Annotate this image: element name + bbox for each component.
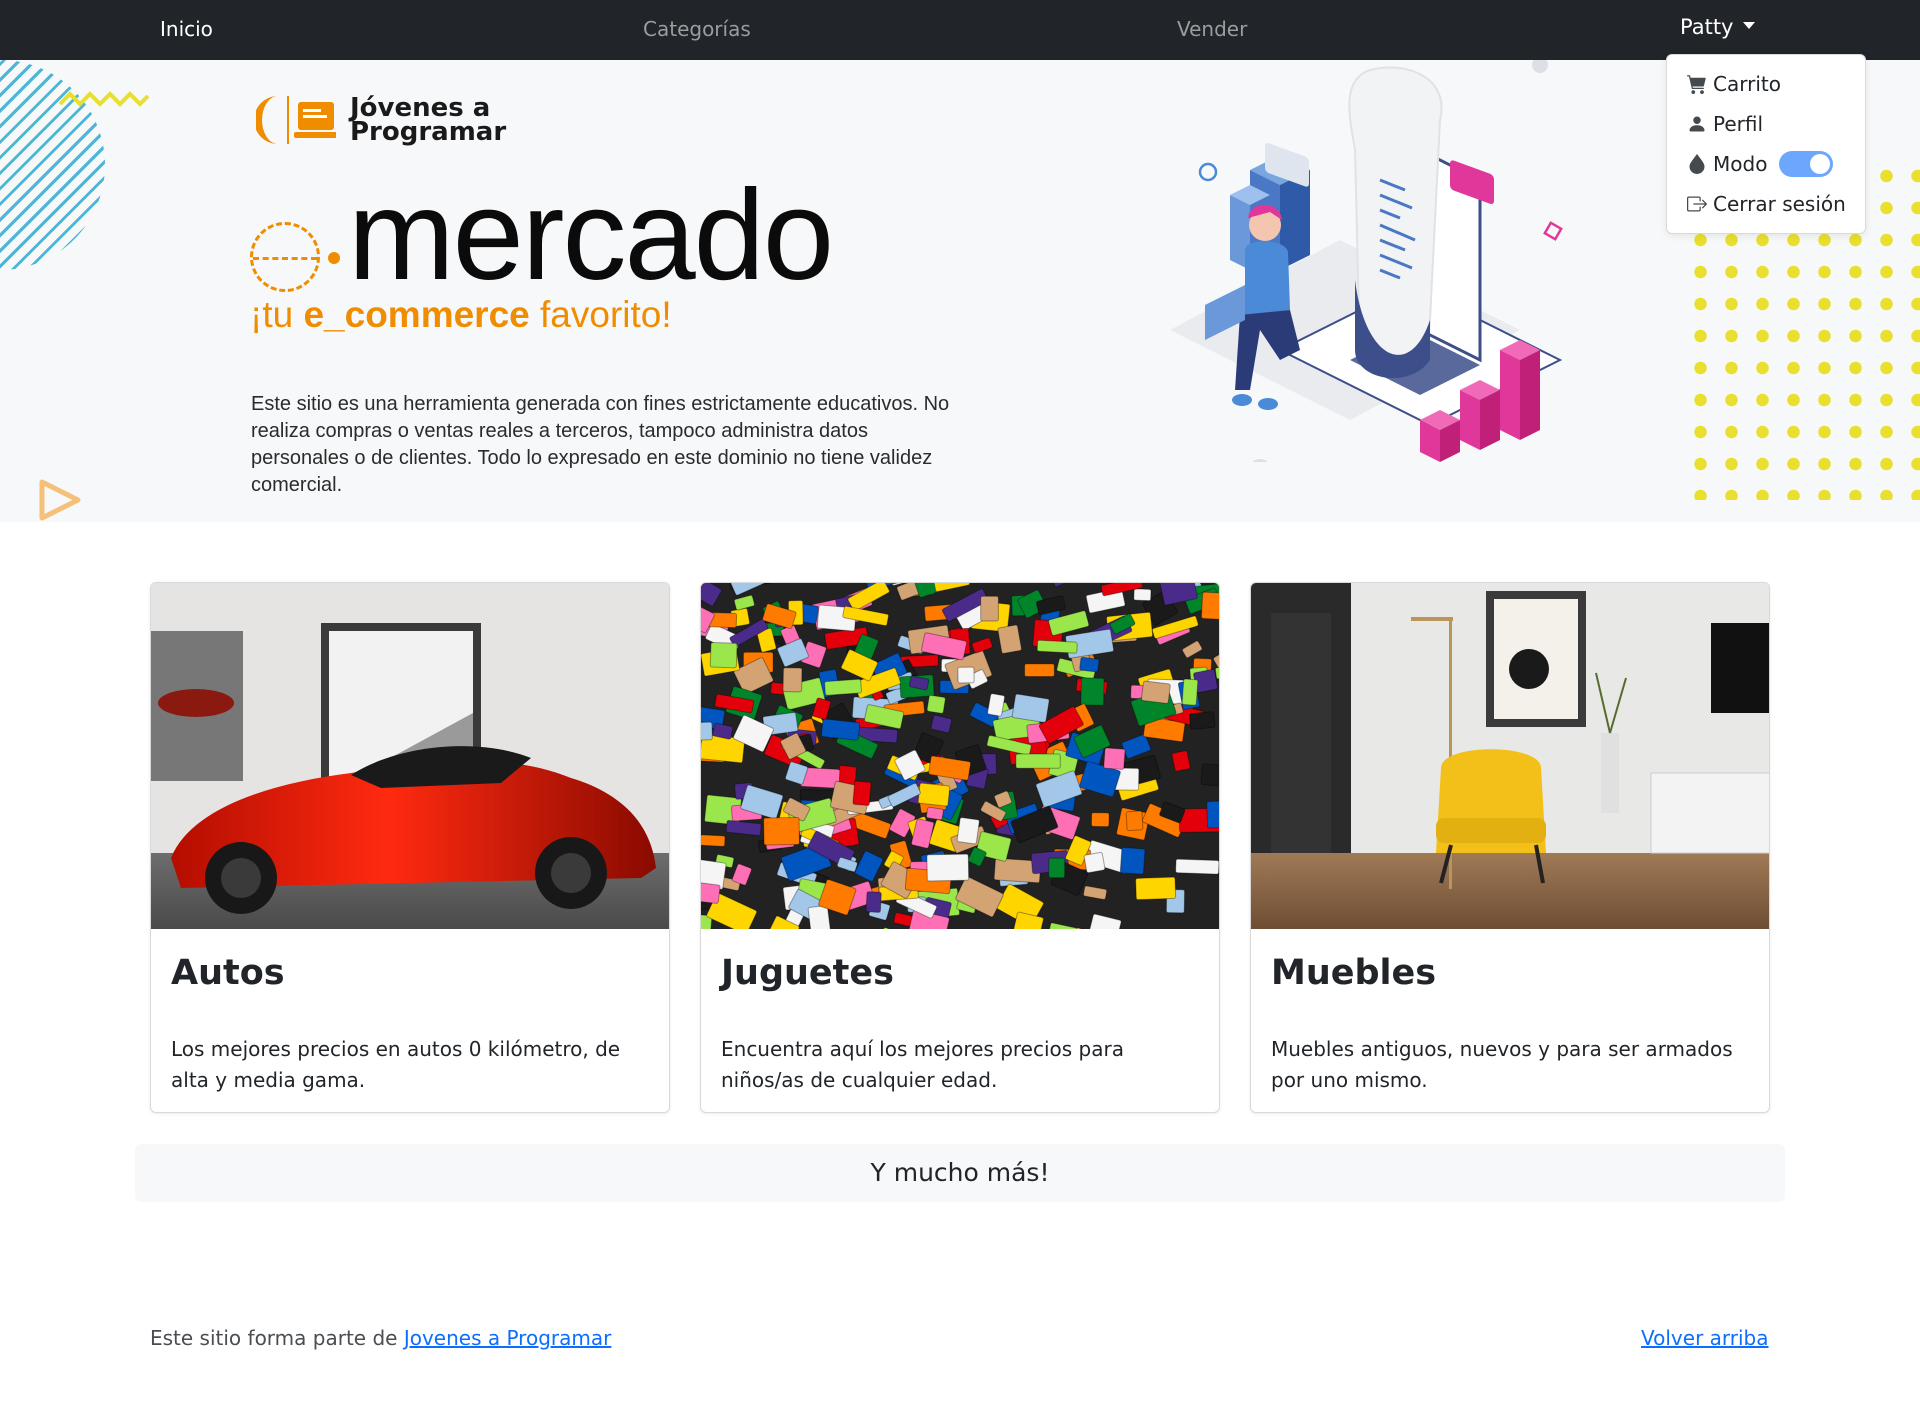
dropdown-item-modo[interactable]: Modo — [1687, 149, 1834, 179]
jap-logo-icon — [256, 96, 336, 144]
juguetes-image — [701, 583, 1219, 929]
nav-categorias-link[interactable]: Categorías — [643, 17, 751, 41]
lego-brick — [1206, 799, 1219, 829]
lego-brick — [956, 817, 980, 845]
tagline-bold: e_commerce — [303, 294, 530, 335]
lego-brick — [701, 721, 713, 741]
category-card-muebles[interactable]: Muebles Muebles antiguos, nuevos y para … — [1250, 582, 1770, 1113]
card-title-autos: Autos — [171, 953, 285, 993]
emercado-title: mercado — [250, 164, 834, 307]
volver-arriba-link[interactable]: Volver arriba — [1641, 1326, 1769, 1350]
lego-brick — [957, 666, 975, 684]
card-title-juguetes: Juguetes — [721, 953, 894, 993]
emercado-word: mercado — [348, 164, 834, 307]
category-card-juguetes[interactable]: Juguetes Encuentra aquí los mejores prec… — [700, 582, 1220, 1113]
dropdown-carrito-label: Carrito — [1713, 72, 1781, 96]
tagline: ¡tu e_commerce favorito! — [250, 294, 672, 336]
lego-brick — [852, 780, 872, 806]
top-navbar: Inicio Categorías Vender Patty — [0, 0, 1920, 60]
card-title-muebles: Muebles — [1271, 953, 1437, 993]
lego-brick — [926, 694, 946, 714]
lego-brick — [1083, 851, 1106, 874]
lego-brick — [820, 718, 861, 741]
jovenes-a-programar-link[interactable]: Jovenes a Programar — [404, 1326, 612, 1350]
caret-down-icon — [1743, 21, 1756, 29]
lego-brick — [1090, 812, 1110, 828]
card-text-muebles: Muebles antiguos, nuevos y para ser arma… — [1271, 1037, 1733, 1092]
lego-brick — [1036, 639, 1078, 654]
logout-icon — [1687, 196, 1707, 212]
dropdown-item-perfil[interactable]: Perfil — [1687, 109, 1763, 139]
footer-prefix: Este sitio forma parte de — [150, 1326, 404, 1350]
lego-brick — [987, 693, 1006, 717]
lego-brick — [1103, 747, 1126, 770]
autos-image — [151, 583, 669, 929]
lego-brick — [782, 667, 803, 693]
dropdown-modo-label: Modo — [1713, 152, 1768, 176]
lego-brick — [1200, 763, 1219, 787]
lego-brick — [763, 816, 800, 846]
lego-brick — [1175, 858, 1219, 875]
user-name: Patty — [1680, 15, 1734, 39]
e-logo-dot — [328, 252, 340, 264]
lego-brick — [926, 853, 970, 882]
user-dropdown-menu: Carrito Perfil Modo Cerrar sesión — [1666, 54, 1866, 234]
lego-brick — [824, 678, 862, 696]
decorative-wiggle — [58, 91, 150, 107]
hero-banner: Jóvenes a Programar mercado ¡tu e_commer… — [0, 60, 1920, 522]
disclaimer-text: Este sitio es una herramienta generada c… — [251, 393, 950, 496]
lego-brick — [980, 595, 999, 622]
tagline-pre: ¡tu — [250, 294, 304, 335]
brand-line-2: Programar — [350, 117, 507, 147]
cart-icon — [1687, 75, 1706, 94]
user-menu-toggle[interactable]: Patty — [1680, 15, 1756, 39]
droplet-icon — [1689, 154, 1705, 174]
lego-brick — [1015, 753, 1061, 769]
card-text-juguetes: Encuentra aquí los mejores precios para … — [721, 1037, 1124, 1092]
nav-vender-link[interactable]: Vender — [1177, 17, 1247, 41]
lego-brick — [917, 782, 951, 807]
lego-brick — [1079, 656, 1100, 673]
lego-brick — [1048, 857, 1066, 879]
modo-toggle-switch[interactable] — [1779, 151, 1834, 177]
lego-brick — [997, 624, 1022, 654]
lego-brick — [1080, 677, 1105, 706]
decorative-triangle — [39, 479, 81, 521]
footer-text: Este sitio forma parte de Jovenes a Prog… — [150, 1326, 611, 1350]
lego-brick — [1171, 750, 1191, 772]
lego-brick — [925, 806, 944, 821]
lego-brick — [1011, 693, 1050, 723]
lego-brick — [709, 641, 738, 669]
lego-brick — [1200, 591, 1219, 621]
lego-brick — [1024, 663, 1055, 678]
card-text-autos: Los mejores precios en autos 0 kilómetro… — [171, 1037, 621, 1092]
dropdown-item-carrito[interactable]: Carrito — [1687, 69, 1781, 99]
category-card-autos[interactable]: Autos Los mejores precios en autos 0 kil… — [150, 582, 670, 1113]
hero-illustration — [1170, 60, 1563, 462]
lego-brick — [701, 880, 721, 904]
lego-brick — [1188, 711, 1216, 730]
lego-brick — [1125, 810, 1144, 832]
lego-brick — [1141, 680, 1171, 704]
brand-name: Jóvenes a Programar — [350, 95, 507, 147]
lego-brick — [1135, 876, 1177, 901]
tagline-post: favorito! — [529, 294, 672, 335]
lego-brick — [701, 834, 726, 847]
dropdown-item-cerrar-sesion[interactable]: Cerrar sesión — [1687, 189, 1846, 219]
lego-brick — [865, 891, 882, 913]
muebles-image — [1251, 583, 1769, 929]
jovenes-a-programar-logo: Jóvenes a Programar — [256, 92, 506, 148]
e-logo-mark — [250, 222, 320, 292]
mucho-mas-banner: Y mucho más! — [135, 1144, 1785, 1202]
lego-brick — [1181, 678, 1199, 706]
lego-brick — [1119, 847, 1146, 875]
nav-inicio-link[interactable]: Inicio — [160, 17, 213, 41]
dropdown-cerrar-label: Cerrar sesión — [1713, 192, 1846, 216]
person-icon — [1689, 116, 1705, 132]
dropdown-perfil-label: Perfil — [1713, 112, 1764, 136]
lego-brick — [1133, 588, 1152, 602]
